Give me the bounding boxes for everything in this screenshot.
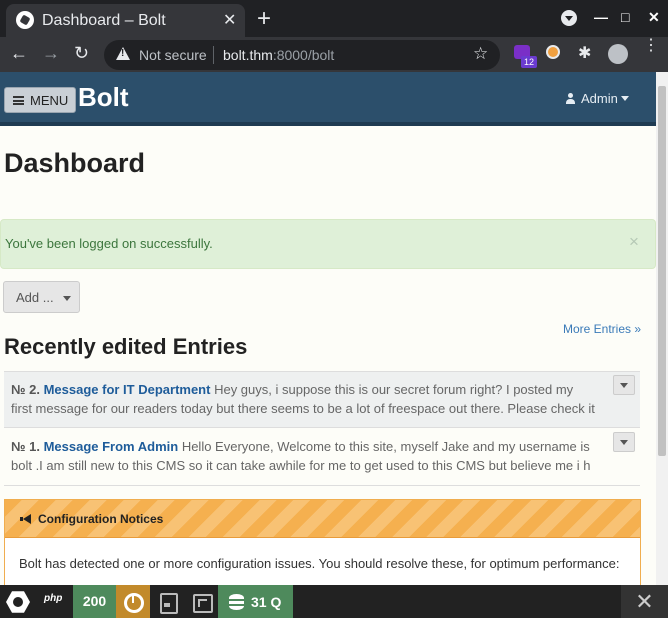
user-icon	[566, 93, 575, 104]
scrollbar-thumb[interactable]	[658, 86, 666, 456]
alert-text: You've been logged on successfully.	[5, 236, 213, 251]
url-path: :8000/bolt	[272, 47, 335, 63]
notice-title: Configuration Notices	[38, 512, 164, 526]
configuration-notices-panel: Configuration Notices Bolt has detected …	[4, 499, 641, 585]
memory-icon[interactable]	[150, 585, 184, 618]
queries-count: 31 Q	[251, 594, 282, 610]
bookmark-star-icon[interactable]: ☆	[473, 44, 488, 64]
timer-icon[interactable]	[116, 585, 150, 618]
entry-number: № 1.	[11, 439, 40, 454]
entry-actions-dropdown[interactable]	[613, 375, 635, 395]
user-menu[interactable]: Admin	[566, 91, 629, 106]
entry-title-link[interactable]: Message for IT Department	[44, 382, 211, 397]
window-close-button[interactable]: ✕	[648, 9, 660, 26]
entry-row: № 1. Message From Admin Hello Everyone, …	[4, 429, 640, 486]
bolt-favicon-icon	[16, 11, 34, 29]
maximize-button[interactable]: □	[621, 9, 629, 25]
browser-tab[interactable]: Dashboard – Bolt ✕	[6, 4, 245, 37]
caret-down-icon	[620, 96, 629, 101]
brand-logo[interactable]: Bolt	[78, 82, 129, 113]
symfony-logo-icon[interactable]	[0, 585, 36, 618]
browser-menu-icon[interactable]: ⋮	[643, 38, 659, 54]
site-navbar: MENU Bolt Admin	[0, 72, 656, 126]
extension-badge: 12	[521, 56, 538, 68]
alert-close-icon[interactable]: ×	[629, 232, 639, 252]
add-content-button[interactable]: Add ...	[3, 281, 80, 313]
profile-avatar[interactable]	[608, 44, 628, 64]
entry-actions-dropdown[interactable]	[613, 432, 635, 452]
tab-title: Dashboard – Bolt	[42, 12, 166, 29]
entry-text: № 2. Message for IT Department Hey guys,…	[11, 380, 597, 418]
database-queries-badge[interactable]: 31 Q	[218, 585, 293, 618]
more-entries-link[interactable]: More Entries »	[563, 322, 641, 336]
url-text[interactable]: bolt.thm:8000/bolt	[223, 47, 334, 63]
menu-label: MENU	[30, 93, 69, 108]
back-button[interactable]: ←	[10, 43, 28, 64]
new-tab-button[interactable]: +	[257, 5, 271, 33]
debug-toolbar: php 200 31 Q ✕	[0, 585, 668, 618]
page-viewport: MENU Bolt Admin Dashboard You've been lo…	[0, 72, 656, 585]
page-scrollbar[interactable]	[656, 72, 668, 585]
success-alert: You've been logged on successfully. ×	[0, 219, 656, 269]
minimize-button[interactable]: —	[594, 9, 608, 25]
tab-search-icon[interactable]	[561, 10, 577, 26]
status-code-badge[interactable]: 200	[73, 585, 116, 618]
notice-header: Configuration Notices	[5, 500, 640, 538]
entry-row: № 2. Message for IT Department Hey guys,…	[4, 371, 640, 428]
caret-down-icon	[63, 296, 71, 301]
extension-icon-2[interactable]	[546, 45, 560, 59]
browser-toolbar: ← → ↻ Not secure bolt.thm:8000/bolt ☆ 12…	[0, 37, 668, 72]
user-label: Admin	[581, 91, 618, 106]
extensions-puzzle-icon[interactable]: ✱	[578, 43, 591, 63]
browser-tab-strip: Dashboard – Bolt ✕ + — □ ✕	[0, 0, 668, 37]
divider	[213, 46, 214, 64]
php-icon[interactable]: php	[44, 593, 62, 604]
security-label[interactable]: Not secure	[139, 47, 207, 63]
entry-number: № 2.	[11, 382, 40, 397]
entry-text: № 1. Message From Admin Hello Everyone, …	[11, 437, 597, 475]
megaphone-icon	[20, 514, 32, 524]
add-label: Add ...	[16, 290, 54, 305]
forward-button[interactable]: →	[42, 43, 60, 64]
address-bar[interactable]: Not secure bolt.thm:8000/bolt ☆	[104, 40, 500, 70]
entry-title-link[interactable]: Message From Admin	[44, 439, 179, 454]
page-title: Dashboard	[4, 148, 146, 178]
database-icon	[229, 594, 244, 610]
warning-icon[interactable]	[116, 47, 130, 60]
reload-button[interactable]: ↻	[74, 43, 89, 64]
url-host: bolt.thm	[223, 47, 273, 63]
menu-button[interactable]: MENU	[4, 87, 76, 113]
layout-icon[interactable]	[184, 585, 218, 618]
tab-close-icon[interactable]: ✕	[223, 10, 236, 30]
notice-body: Bolt has detected one or more configurat…	[19, 556, 620, 571]
section-title: Recently edited Entries	[4, 334, 248, 359]
debugbar-close-button[interactable]: ✕	[621, 585, 668, 618]
hamburger-icon	[13, 96, 24, 105]
